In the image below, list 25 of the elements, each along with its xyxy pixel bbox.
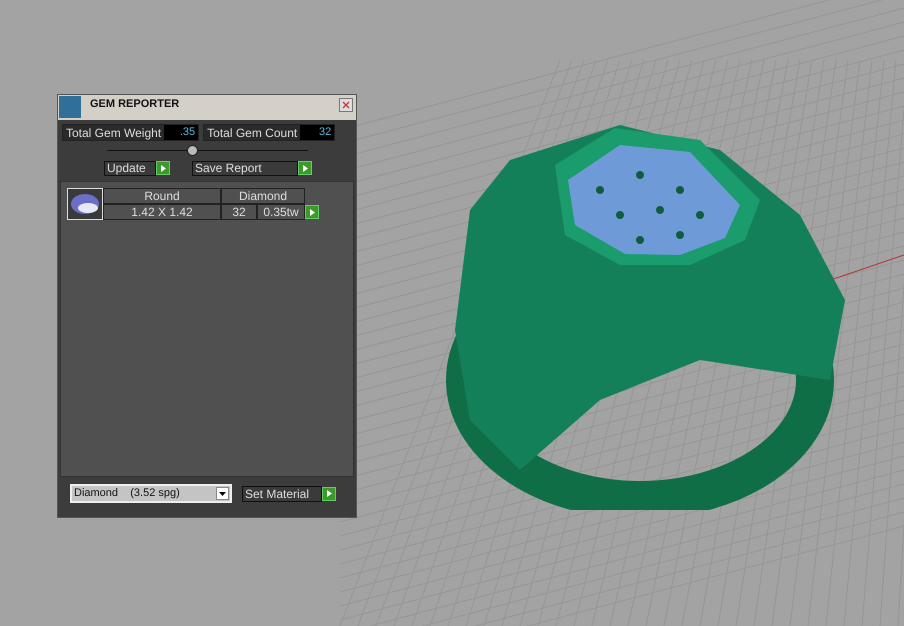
total-label: Total Gem Count xyxy=(206,124,298,142)
table-cell: 0.35tw xyxy=(257,204,305,220)
action-button[interactable]: Update xyxy=(104,160,156,176)
gem-thumbnail xyxy=(67,188,103,220)
table-cell: Diamond xyxy=(221,188,305,204)
window-title: GEM REPORTER xyxy=(90,97,180,112)
play-icon xyxy=(326,490,332,497)
play-icon xyxy=(302,164,308,172)
table-cell: 32 xyxy=(221,204,257,220)
dropdown-value: Diamond (3.52 spg) xyxy=(73,486,180,502)
close-button[interactable] xyxy=(339,98,353,112)
close-icon xyxy=(342,101,350,109)
table-cell: 1.42 X 1.42 xyxy=(103,204,221,220)
action-button[interactable]: Save Report xyxy=(192,160,298,176)
table-cell: Round xyxy=(103,188,221,204)
total-label: Total Gem Weight xyxy=(65,124,162,142)
total-value: 32 xyxy=(300,125,334,140)
set-material-button[interactable]: Set Material xyxy=(242,486,322,502)
play-button[interactable] xyxy=(322,486,336,500)
collapse-handle[interactable] xyxy=(186,144,198,156)
app-icon xyxy=(59,96,81,118)
material-dropdown[interactable]: Diamond (3.52 spg) xyxy=(70,484,232,503)
total-value: .35 xyxy=(164,125,198,140)
play-icon xyxy=(160,164,166,172)
play-icon xyxy=(310,208,314,216)
